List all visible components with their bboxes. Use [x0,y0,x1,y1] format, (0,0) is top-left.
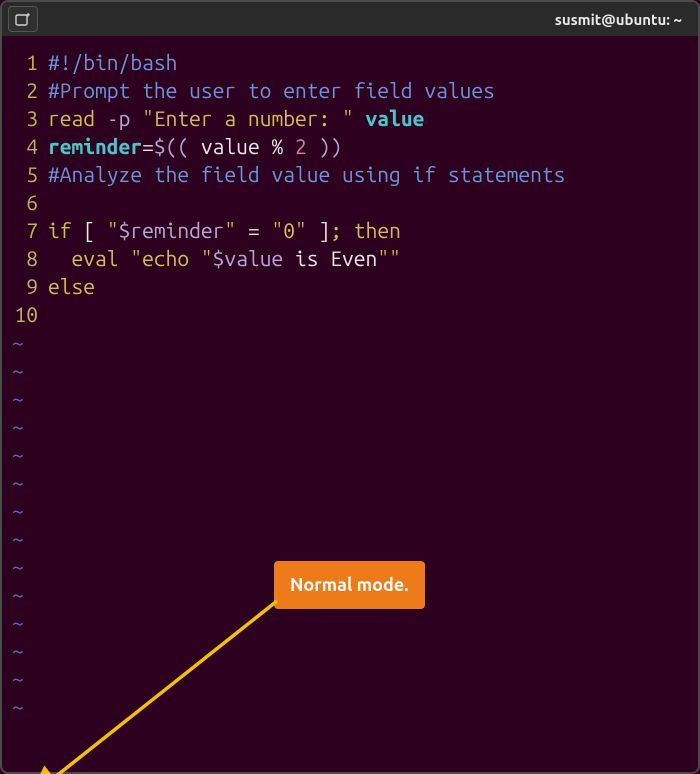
empty-line: ~ [8,328,688,356]
empty-line: ~ [8,356,688,384]
empty-line: ~ [8,524,688,552]
vim-editor[interactable]: 1#!/bin/bash 2#Prompt the user to enter … [2,36,698,772]
window-titlebar: susmit@ubuntu: ~ [2,2,698,36]
line-number: 1 [8,48,48,76]
code-line: 3read -p "Enter a number: " value [8,104,688,132]
empty-line: ~ [8,664,688,692]
code-line: 8 eval "echo "$value is Even"" [8,244,688,272]
line-number: 6 [8,188,48,216]
code-text: #Prompt the user to enter field values [48,76,688,104]
code-text: #Analyze the field value using if statem… [48,160,688,188]
code-line: 6 [8,188,688,216]
window-title: susmit@ubuntu: ~ [555,11,692,28]
annotation-callout: Normal mode. [274,561,425,609]
code-text [48,188,688,216]
code-text: read -p "Enter a number: " value [48,104,688,132]
code-text: else [48,272,688,300]
code-line: 9else [8,272,688,300]
code-line: 1#!/bin/bash [8,48,688,76]
code-line: 10 [8,300,688,328]
empty-line: ~ [8,636,688,664]
new-tab-icon [15,12,31,26]
code-line: 2#Prompt the user to enter field values [8,76,688,104]
line-number: 5 [8,160,48,188]
empty-line: ~ [8,468,688,496]
line-number: 10 [8,300,48,328]
code-text: reminder=$(( value % 2 )) [48,132,688,160]
empty-line: ~ [8,692,688,720]
empty-line: ~ [8,496,688,524]
code-text: eval "echo "$value is Even"" [48,244,688,272]
annotation-text: Normal mode. [290,575,409,595]
line-number: 2 [8,76,48,104]
new-tab-button[interactable] [8,6,38,32]
code-line: 4reminder=$(( value % 2 )) [8,132,688,160]
code-text [48,300,688,328]
code-line: 7if [ "$reminder" = "0" ]; then [8,216,688,244]
line-number: 8 [8,244,48,272]
line-number: 4 [8,132,48,160]
empty-line: ~ [8,412,688,440]
empty-line: ~ [8,440,688,468]
code-text: #!/bin/bash [48,48,688,76]
code-line: 5#Analyze the field value using if state… [8,160,688,188]
empty-line: ~ [8,608,688,636]
line-number: 3 [8,104,48,132]
line-number: 9 [8,272,48,300]
code-text: if [ "$reminder" = "0" ]; then [48,216,688,244]
empty-line: ~ [8,384,688,412]
line-number: 7 [8,216,48,244]
